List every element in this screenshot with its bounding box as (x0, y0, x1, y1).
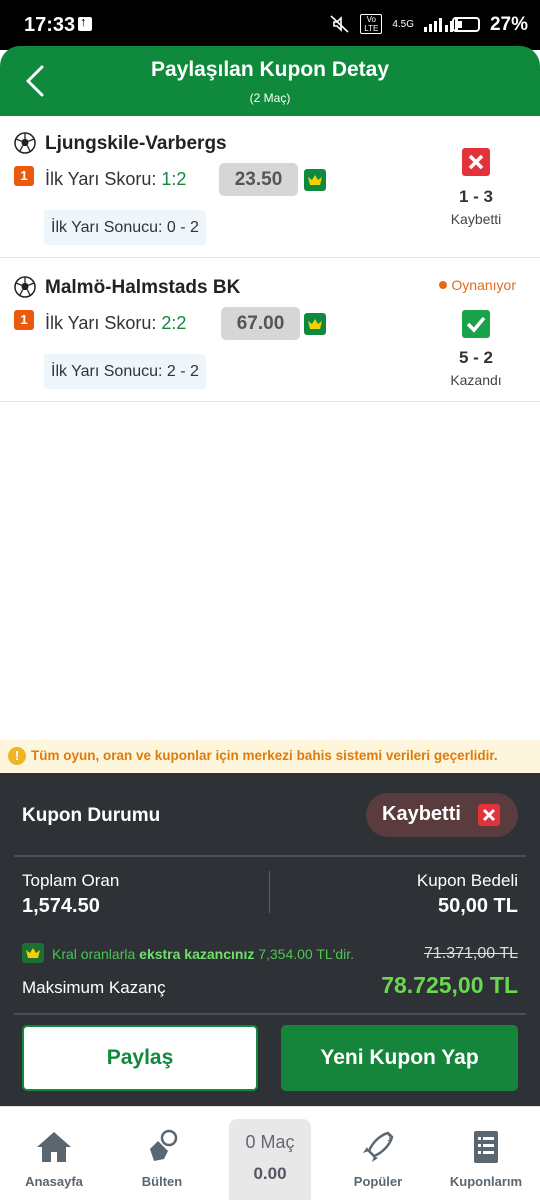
rocket-icon: 1 (363, 1131, 394, 1162)
network-label: 4.5G (392, 18, 414, 30)
match-outcome: Kaybetti (450, 211, 502, 227)
share-button[interactable]: Paylaş (22, 1025, 258, 1091)
volte-label: Vo LTE (360, 14, 383, 34)
nav-label: Popüler (353, 1174, 403, 1189)
home-icon (37, 1132, 71, 1162)
live-status: Oynanıyor (439, 277, 516, 293)
market-pick: 1:2 (161, 169, 187, 189)
market-label: İlk Yarı Skoru: 2:2 (45, 313, 186, 334)
live-dot-icon (439, 281, 448, 289)
extra-prefix: Kral oranlarla (52, 946, 136, 962)
battery-icon (452, 17, 480, 32)
lost-x-icon (462, 148, 490, 176)
cart-total: 0.00 (253, 1164, 287, 1183)
max-winnings-label: Maksimum Kazanç (22, 978, 166, 997)
crown-icon (22, 943, 44, 963)
stake-label: Kupon Bedeli (416, 871, 518, 890)
lost-x-icon (478, 804, 500, 826)
info-banner: ! Tüm oyun, oran ve kuponlar için merkez… (0, 740, 540, 773)
extra-earning-text: Kral oranlarla ekstra kazancınız 7,354.0… (52, 946, 354, 962)
soccer-ball-icon (14, 132, 36, 154)
nav-label: Anasayfa (25, 1174, 83, 1189)
odds-value: 23.50 (219, 163, 298, 196)
market-label: İlk Yarı Skoru: 1:2 (45, 169, 186, 190)
extra-highlight: ekstra kazancınız (139, 946, 255, 962)
coupon-summary: Kupon Durumu Kaybetti Toplam Oran 1,574.… (0, 773, 540, 1106)
nav-item-bulletin[interactable]: Bülten (108, 1107, 216, 1200)
match-card: Malmö-Halmstads BK Oynanıyor 1 İlk Yarı … (0, 260, 540, 402)
nav-item-popular[interactable]: 1 Popüler (324, 1107, 432, 1200)
crown-icon (304, 169, 326, 191)
max-winnings-value: 78.725,00 TL (381, 972, 518, 998)
status-bar: 17:33 Vo LTE 4.5G 27% (0, 0, 540, 50)
cart-match-count: 0 Maç (245, 1132, 295, 1152)
bottom-nav: Anasayfa Bülten 0 Maç 0.00 1 Popüler Kup… (0, 1106, 540, 1200)
old-max-amount: 71.371,00 TL (423, 945, 518, 962)
new-coupon-button[interactable]: Yeni Kupon Yap (281, 1025, 518, 1091)
won-check-icon (462, 310, 490, 338)
page-subtitle: (2 Maç) (249, 91, 291, 105)
total-odds-label: Toplam Oran (22, 871, 120, 890)
clipboard-list-icon (474, 1131, 498, 1163)
battery-percent: 27% (489, 14, 528, 35)
soccer-ball-icon (14, 276, 36, 298)
nav-label: Bülten (141, 1174, 183, 1189)
mute-icon (330, 15, 349, 33)
divider (14, 855, 526, 857)
coupon-status-heading: Kupon Durumu (22, 805, 161, 826)
stake-value: 50,00 TL (437, 895, 518, 917)
hand-ball-icon (150, 1129, 178, 1161)
half-time-result: İlk Yarı Sonucu: 2 - 2 (44, 354, 206, 389)
status-icons: Vo LTE 4.5G (330, 14, 460, 34)
nav-label: Kuponlarım (449, 1174, 523, 1189)
live-label: Oynanıyor (451, 277, 516, 293)
status-time: 17:33 (24, 14, 76, 36)
market-name: İlk Yarı Skoru: (45, 313, 157, 333)
bet-type-badge: 1 (14, 166, 34, 186)
page-header: Paylaşılan Kupon Detay (2 Maç) (0, 46, 540, 116)
match-card: Ljungskile-Varbergs 1 İlk Yarı Skoru: 1:… (0, 116, 540, 258)
divider (269, 871, 270, 913)
odds-value: 67.00 (221, 307, 300, 340)
svg-text:1: 1 (387, 1133, 392, 1143)
match-teams: Ljungskile-Varbergs (45, 133, 227, 154)
market-name: İlk Yarı Skoru: (45, 169, 157, 189)
nav-item-my-coupons[interactable]: Kuponlarım (432, 1107, 540, 1200)
info-text: Tüm oyun, oran ve kuponlar için merkezi … (31, 748, 498, 763)
coupon-status-label: Kaybetti (382, 803, 461, 825)
match-score: 5 - 2 (458, 348, 494, 367)
divider (14, 1013, 526, 1015)
total-odds-value: 1,574.50 (22, 895, 100, 917)
coupon-cart[interactable]: 0 Maç 0.00 (229, 1119, 311, 1200)
warning-icon: ! (8, 747, 26, 765)
match-outcome: Kazandı (450, 372, 502, 388)
extra-suffix: 7,354.00 TL'dir. (258, 946, 355, 962)
page-title: Paylaşılan Kupon Detay (150, 58, 390, 81)
upload-notification-icon (78, 14, 92, 31)
crown-icon (304, 313, 326, 335)
bet-type-badge: 1 (14, 310, 34, 330)
coupon-status-badge[interactable]: Kaybetti (366, 793, 518, 837)
half-time-result: İlk Yarı Sonucu: 0 - 2 (44, 210, 206, 245)
match-score: 1 - 3 (458, 187, 494, 206)
match-teams: Malmö-Halmstads BK (45, 277, 241, 298)
nav-item-home[interactable]: Anasayfa (0, 1107, 108, 1200)
market-pick: 2:2 (161, 313, 187, 333)
